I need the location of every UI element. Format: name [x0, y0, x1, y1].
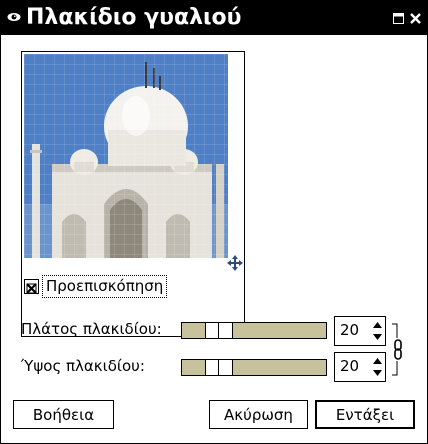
spin-up-icon[interactable]	[373, 356, 382, 366]
tile-width-spinbox[interactable]: 20	[334, 316, 386, 346]
ok-button[interactable]: Εντάξει	[315, 400, 415, 429]
dialog-window: Πλακίδιο γυαλιού Προεπισκόπηση Πλάτος πλ…	[0, 0, 428, 444]
preview-image[interactable]	[24, 54, 228, 258]
preview-checkbox[interactable]	[24, 279, 39, 294]
tile-height-spinbox[interactable]: 20	[334, 352, 386, 382]
tile-width-label: Πλάτος πλακιδίου:	[21, 320, 162, 338]
tile-width-value[interactable]: 20	[340, 321, 359, 339]
spin-down-icon[interactable]	[373, 368, 382, 378]
preview-toggle-label[interactable]: Προεπισκόπηση	[42, 275, 168, 298]
dialog-content: Προεπισκόπηση Πλάτος πλακιδίου: 20 Ύψος …	[1, 35, 427, 443]
cancel-button[interactable]: Ακύρωση	[209, 400, 308, 429]
chain-link-icon[interactable]	[390, 322, 406, 377]
navigate-move-icon[interactable]	[227, 255, 243, 271]
app-eye-icon[interactable]	[7, 11, 21, 23]
tile-height-label: Ύψος πλακιδίου:	[21, 357, 145, 375]
tile-height-value[interactable]: 20	[340, 357, 359, 375]
window-title: Πλακίδιο γυαλιού	[26, 5, 242, 30]
tile-height-slider[interactable]	[181, 359, 327, 376]
preview-area: Προεπισκόπηση	[21, 51, 245, 337]
maximize-icon[interactable]	[392, 12, 404, 24]
close-icon[interactable]	[409, 12, 421, 24]
titlebar[interactable]: Πλακίδιο γυαλιού	[1, 1, 427, 35]
tile-width-slider[interactable]	[181, 322, 327, 339]
spin-down-icon[interactable]	[373, 332, 382, 342]
help-button[interactable]: Βοήθεια	[13, 400, 114, 429]
tile-height-slider-handle[interactable]	[205, 360, 233, 375]
spin-up-icon[interactable]	[373, 320, 382, 330]
tile-width-slider-handle[interactable]	[205, 323, 233, 338]
